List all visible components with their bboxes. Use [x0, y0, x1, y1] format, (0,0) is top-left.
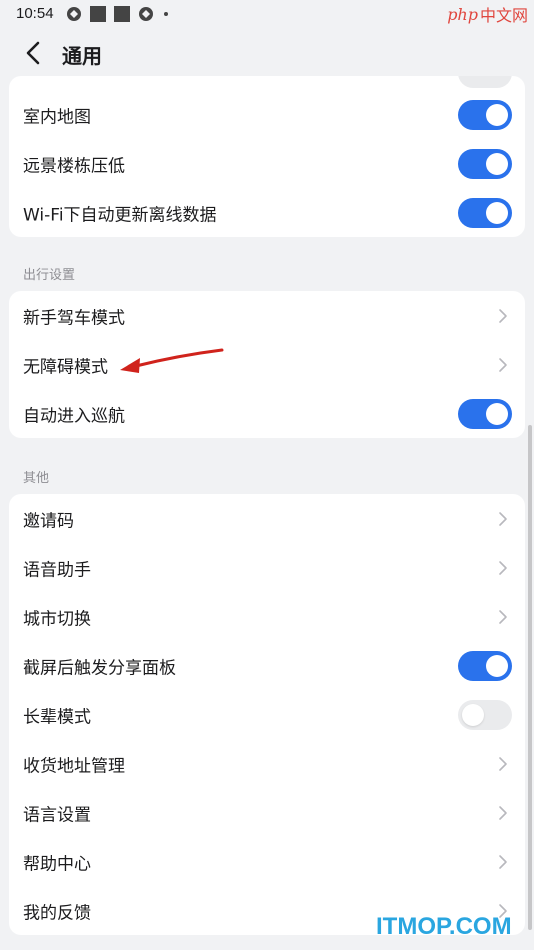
setting-label: 城市切换	[23, 609, 91, 629]
setting-label: 室内地图	[23, 107, 91, 127]
chevron-right-icon	[499, 805, 507, 820]
back-button[interactable]	[18, 38, 48, 68]
settings-card-other: 邀请码 语音助手 城市切换 截屏后触发分享面板 长辈模式 收货地址管理 语言设置…	[9, 494, 525, 935]
scrollbar[interactable]	[528, 425, 532, 930]
setting-row-accessibility-mode[interactable]: 无障碍模式	[9, 340, 525, 389]
setting-label: 邀请码	[23, 511, 74, 531]
logo-cn: 中文网	[479, 6, 528, 25]
setting-row-building-lower[interactable]: 远景楼栋压低	[9, 139, 525, 188]
setting-row-language[interactable]: 语言设置	[9, 788, 525, 837]
watermark: ITMOP.COM	[376, 913, 512, 940]
setting-row-voice-assistant[interactable]: 语音助手	[9, 543, 525, 592]
toggle-switch[interactable]	[458, 99, 512, 130]
setting-row-wifi-offline-update[interactable]: Wi-Fi下自动更新离线数据	[9, 188, 525, 237]
more-notifications-dot	[164, 12, 168, 16]
setting-label: 截屏后触发分享面板	[23, 658, 176, 678]
status-icons	[66, 6, 168, 22]
setting-row-auto-cruise[interactable]: 自动进入巡航	[9, 389, 525, 438]
toggle-switch[interactable]	[458, 650, 512, 681]
header: 通用	[0, 30, 534, 76]
notification-icon	[139, 7, 153, 21]
notification-icon	[67, 7, 81, 21]
setting-label: 帮助中心	[23, 854, 91, 874]
toggle-switch[interactable]	[458, 699, 512, 730]
chevron-right-icon	[499, 854, 507, 869]
setting-row-novice-driving[interactable]: 新手驾车模式	[9, 291, 525, 340]
section-title-travel: 出行设置	[23, 268, 76, 283]
setting-row-elder-mode[interactable]: 长辈模式	[9, 690, 525, 739]
setting-label: 语音助手	[23, 560, 91, 580]
status-bar: 10:54 php 中文网	[0, 0, 534, 30]
toggle-switch[interactable]	[458, 197, 512, 228]
back-arrow-icon	[26, 41, 40, 65]
setting-label: 自动进入巡航	[23, 406, 125, 426]
toggle-switch[interactable]	[458, 76, 512, 88]
chevron-right-icon	[499, 511, 507, 526]
setting-row-invite-code[interactable]: 邀请码	[9, 494, 525, 543]
toggle-switch[interactable]	[458, 148, 512, 179]
setting-label: Wi-Fi下自动更新离线数据	[23, 205, 217, 225]
scrolled-row-remnant	[9, 76, 525, 90]
app-icon	[90, 6, 106, 22]
setting-row-indoor-map[interactable]: 室内地图	[9, 90, 525, 139]
chevron-right-icon	[499, 609, 507, 624]
chevron-right-icon	[499, 357, 507, 372]
chevron-right-icon	[499, 560, 507, 575]
logo-php: php	[447, 4, 478, 24]
setting-label: 远景楼栋压低	[23, 156, 125, 176]
chevron-right-icon	[499, 308, 507, 323]
settings-card-travel: 新手驾车模式 无障碍模式 自动进入巡航	[9, 291, 525, 438]
section-title-other: 其他	[23, 471, 50, 486]
setting-label: 长辈模式	[23, 707, 91, 727]
setting-row-screenshot-share[interactable]: 截屏后触发分享面板	[9, 641, 525, 690]
status-time: 10:54	[16, 5, 54, 22]
site-logo: php 中文网	[447, 2, 528, 26]
toggle-switch[interactable]	[458, 398, 512, 429]
setting-label: 新手驾车模式	[23, 308, 125, 328]
chevron-right-icon	[499, 756, 507, 771]
setting-label: 收货地址管理	[23, 756, 125, 776]
app-icon	[114, 6, 130, 22]
settings-card-map: 室内地图 远景楼栋压低 Wi-Fi下自动更新离线数据	[9, 76, 525, 237]
setting-label: 我的反馈	[23, 903, 91, 923]
setting-row-city-switch[interactable]: 城市切换	[9, 592, 525, 641]
page-title: 通用	[62, 44, 102, 68]
setting-label: 无障碍模式	[23, 357, 108, 377]
setting-row-address-management[interactable]: 收货地址管理	[9, 739, 525, 788]
setting-row-help-center[interactable]: 帮助中心	[9, 837, 525, 886]
setting-label: 语言设置	[23, 805, 91, 825]
